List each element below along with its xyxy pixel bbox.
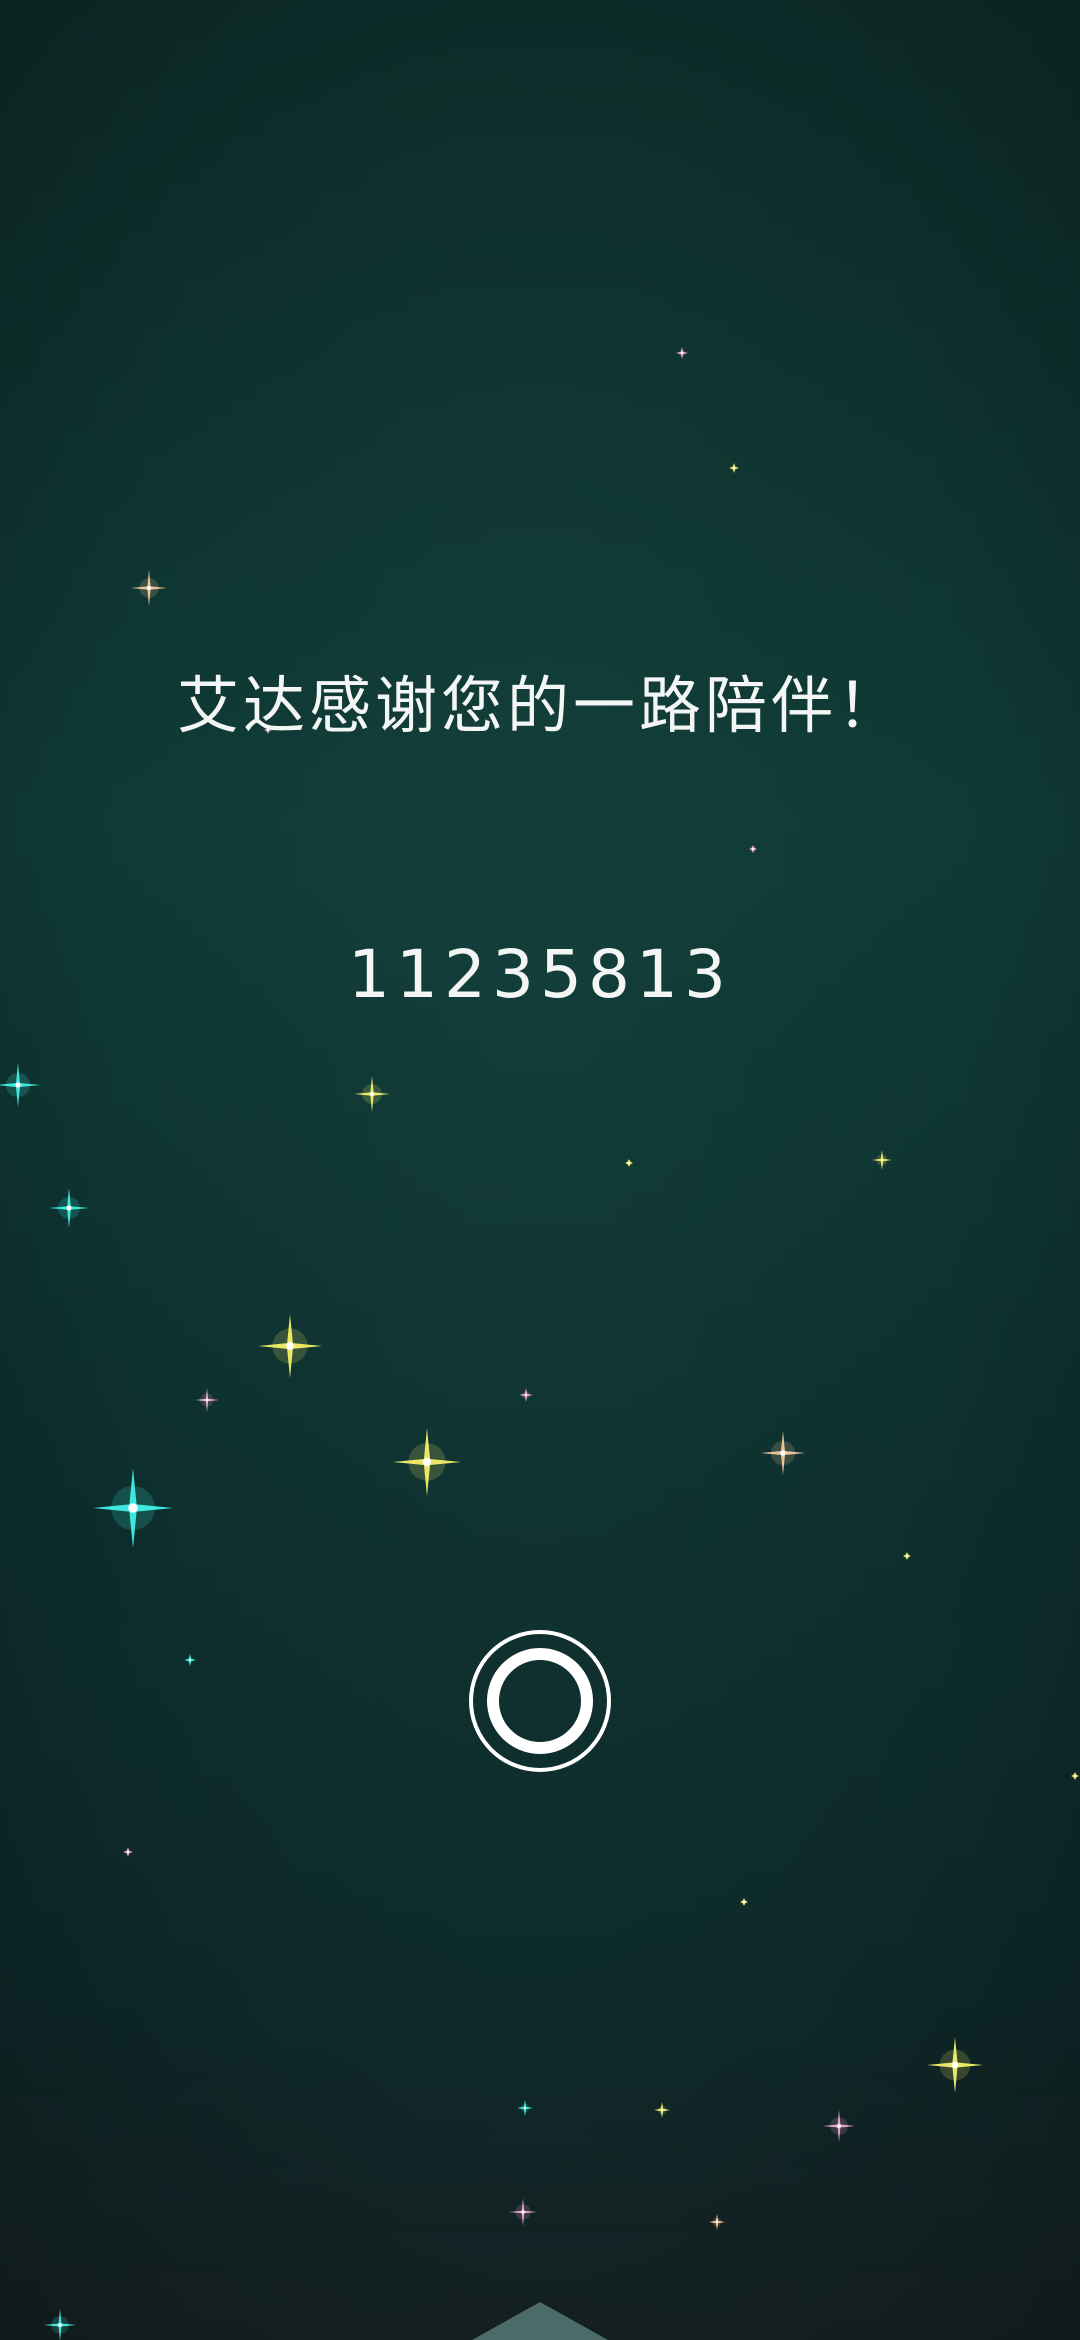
star [123, 1847, 133, 1857]
star [1071, 1772, 1079, 1780]
star [184, 1654, 196, 1666]
star [393, 1428, 461, 1496]
star [519, 1388, 533, 1402]
star [625, 1159, 633, 1167]
ring-button[interactable] [469, 1630, 611, 1772]
thank-you-message: 艾达感谢您的一路陪伴！ [176, 669, 903, 742]
star [131, 570, 167, 606]
up-arrow-icon[interactable] [472, 2302, 608, 2340]
star [749, 845, 757, 853]
code-number: 11235813 [348, 936, 732, 1013]
star [654, 2102, 670, 2118]
star [44, 2309, 76, 2340]
star [509, 2198, 537, 2226]
star [729, 463, 739, 473]
star [49, 1188, 89, 1228]
star [823, 2110, 855, 2142]
star [872, 1150, 892, 1170]
ring-icon [487, 1648, 593, 1754]
star [195, 1388, 219, 1412]
starfield [0, 347, 1079, 2340]
star [93, 1468, 173, 1548]
star [927, 2037, 983, 2093]
star [761, 1431, 805, 1475]
star [903, 1552, 911, 1560]
star [517, 2100, 533, 2116]
star [709, 2214, 725, 2230]
star [354, 1076, 390, 1112]
star [258, 1314, 322, 1378]
game-screen: 艾达感谢您的一路陪伴！ 11235813 [0, 0, 1080, 2340]
star [740, 1898, 748, 1906]
star [0, 1063, 40, 1107]
star [676, 347, 688, 359]
